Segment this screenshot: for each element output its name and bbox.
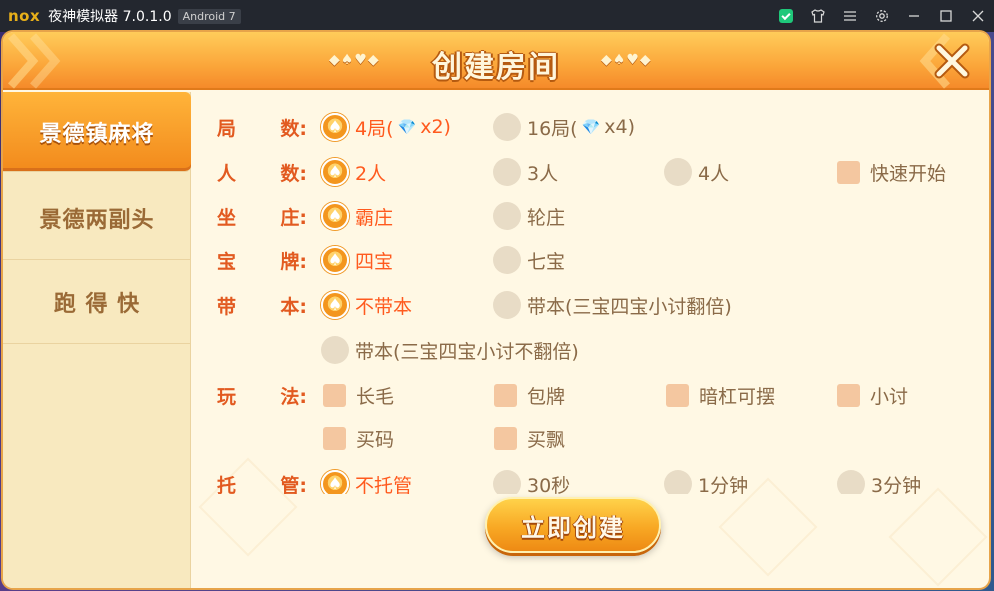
dialog-title: 创建房间 (432, 50, 560, 85)
option-concealed-kong[interactable]: 暗杠可摆 (666, 382, 775, 409)
option-row-treasure: 宝牌: ♠ 四宝 七宝 (213, 240, 983, 280)
option-quick-start[interactable]: 快速开始 (837, 159, 946, 186)
checkbox-unchecked-icon (494, 426, 517, 450)
rounds-label: 局数: (217, 117, 307, 140)
tab-jingde-two-decks[interactable]: 景德两副头 (3, 176, 191, 260)
banker-label: 坐庄: (217, 206, 307, 229)
players-label: 人数: (217, 162, 307, 185)
option-16-rounds[interactable]: 16局(💎 x4) (493, 113, 635, 141)
app-title: 夜神模拟器 7.0.1.0 (48, 9, 172, 25)
option-hosting-3min[interactable]: 3分钟 (837, 470, 921, 494)
treasure-label: 宝牌: (217, 250, 307, 273)
rules-label: 玩法: (217, 385, 307, 408)
radio-unselected-icon (493, 158, 521, 186)
option-2-players[interactable]: ♠ 2人 (321, 158, 386, 186)
option-no-hosting[interactable]: ♠ 不托管 (321, 470, 412, 494)
checkbox-unchecked-icon (666, 383, 689, 407)
create-room-button[interactable]: 立即创建 (485, 497, 661, 553)
checkbox-unchecked-icon (837, 160, 860, 184)
radio-unselected-icon (664, 158, 692, 186)
gear-icon[interactable] (866, 0, 898, 32)
option-hosting-30s[interactable]: 30秒 (493, 470, 570, 494)
radio-unselected-icon (321, 336, 349, 364)
option-3-players[interactable]: 3人 (493, 158, 558, 186)
option-pay-all[interactable]: 包牌 (494, 382, 565, 409)
option-buy-code[interactable]: 买码 (323, 425, 394, 452)
tab-run-fast[interactable]: 跑 得 快 (3, 260, 191, 344)
diamond-gem-icon: 💎 (397, 118, 417, 136)
option-small-claim[interactable]: 小讨 (837, 382, 908, 409)
radio-selected-spade-icon: ♠ (321, 470, 349, 494)
option-four-treasure[interactable]: ♠ 四宝 (321, 246, 393, 274)
radio-selected-spade-icon: ♠ (321, 158, 349, 186)
checkbox-unchecked-icon (837, 383, 860, 407)
option-row-players: 人数: ♠ 2人 3人 4人 快速开始 (213, 152, 983, 192)
tab-jingdezhen-mahjong[interactable]: 景德镇麻将 (3, 92, 191, 172)
android-version-badge: Android 7 (177, 8, 241, 24)
checkbox-unchecked-icon (323, 383, 346, 407)
option-rotating-banker[interactable]: 轮庄 (493, 202, 565, 230)
option-buy-float[interactable]: 买飘 (494, 425, 565, 452)
option-long-hair[interactable]: 长毛 (323, 382, 394, 409)
option-row-banker: 坐庄: ♠ 霸庄 轮庄 (213, 196, 983, 236)
option-4-players[interactable]: 4人 (664, 158, 729, 186)
radio-selected-spade-icon: ♠ (321, 291, 349, 319)
radio-unselected-icon (493, 246, 521, 274)
room-options-panel: 局数: ♠ 4局(💎 x2) 16局(💎 x4) 人数: ♠ 2人 3人 4… (213, 104, 983, 494)
radio-unselected-icon (493, 202, 521, 230)
option-row-base-cont: 带本(三宝四宝小讨不翻倍) (213, 330, 983, 370)
radio-unselected-icon (664, 470, 692, 494)
option-row-rules: 玩法: 长毛 包牌 暗杠可摆 小讨 (213, 375, 983, 415)
game-screen: ◆♠♥◆ 创建房间 ◆♠♥◆ 景德镇麻将 景德两副头 跑 得 快 局数: ♠ 4… (0, 32, 994, 591)
dialog-header: ◆♠♥◆ 创建房间 ◆♠♥◆ (3, 32, 989, 90)
window-controls (770, 0, 994, 32)
green-check-icon[interactable] (770, 0, 802, 32)
option-base-no-double[interactable]: 带本(三宝四宝小讨不翻倍) (321, 336, 579, 364)
base-label: 带本: (217, 295, 307, 318)
option-row-rules-cont: 买码 买飘 (213, 418, 983, 458)
nox-logo: nox (8, 7, 41, 25)
option-4-rounds[interactable]: ♠ 4局(💎 x2) (321, 113, 451, 141)
diamond-gem-icon: 💎 (581, 118, 601, 136)
close-dialog-button[interactable] (929, 38, 975, 84)
diamond-decoration (888, 487, 988, 587)
hosting-label: 托管: (217, 474, 307, 495)
game-type-sidebar: 景德镇麻将 景德两副头 跑 得 快 (3, 92, 191, 588)
option-hosting-1min[interactable]: 1分钟 (664, 470, 748, 494)
option-base-double[interactable]: 带本(三宝四宝小讨翻倍) (493, 291, 732, 319)
maximize-icon[interactable] (930, 0, 962, 32)
option-no-base[interactable]: ♠ 不带本 (321, 291, 412, 319)
create-room-dialog: ◆♠♥◆ 创建房间 ◆♠♥◆ 景德镇麻将 景德两副头 跑 得 快 局数: ♠ 4… (3, 32, 989, 588)
radio-unselected-icon (837, 470, 865, 494)
radio-unselected-icon (493, 113, 521, 141)
checkbox-unchecked-icon (494, 383, 517, 407)
close-icon[interactable] (962, 0, 994, 32)
radio-selected-spade-icon: ♠ (321, 202, 349, 230)
radio-selected-spade-icon: ♠ (321, 246, 349, 274)
menu-icon[interactable] (834, 0, 866, 32)
shirt-icon[interactable] (802, 0, 834, 32)
radio-unselected-icon (493, 291, 521, 319)
emulator-titlebar: nox 夜神模拟器 7.0.1.0 Android 7 (0, 0, 994, 32)
radio-unselected-icon (493, 470, 521, 494)
option-row-rounds: 局数: ♠ 4局(💎 x2) 16局(💎 x4) (213, 107, 983, 147)
option-row-base: 带本: ♠ 不带本 带本(三宝四宝小讨翻倍) (213, 285, 983, 325)
minimize-icon[interactable] (898, 0, 930, 32)
close-x-icon (934, 43, 970, 79)
option-seven-treasure[interactable]: 七宝 (493, 246, 565, 274)
suit-decoration-right: ◆♠♥◆ (601, 52, 652, 68)
checkbox-unchecked-icon (323, 426, 346, 450)
radio-selected-spade-icon: ♠ (321, 113, 349, 141)
option-row-hosting: 托管: ♠ 不托管 30秒 1分钟 3分钟 (213, 464, 983, 494)
option-fixed-banker[interactable]: ♠ 霸庄 (321, 202, 393, 230)
